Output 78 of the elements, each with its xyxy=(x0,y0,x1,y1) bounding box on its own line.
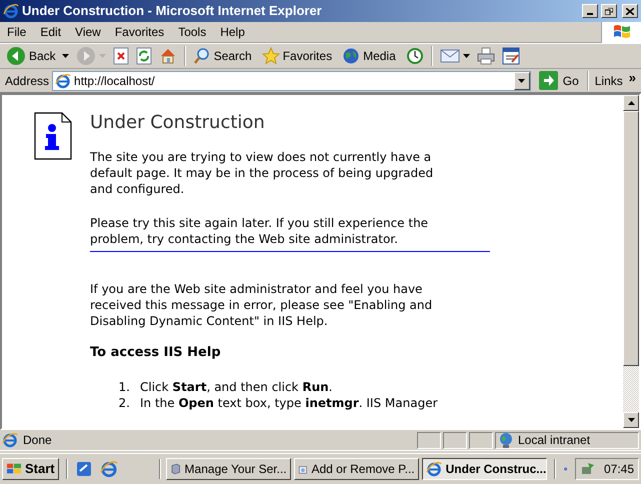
scroll-up-button[interactable] xyxy=(623,95,639,111)
media-button[interactable]: Media xyxy=(340,45,401,67)
menu-item[interactable]: View xyxy=(68,23,108,41)
clock: 07:45 xyxy=(604,461,634,478)
menu-item[interactable]: Tools xyxy=(171,23,214,41)
quick-launch-icon[interactable] xyxy=(74,460,93,478)
address-label: Address xyxy=(5,72,50,90)
dropdown-caret-icon xyxy=(62,54,69,58)
dropdown-caret-icon xyxy=(518,78,526,82)
info-document-icon xyxy=(34,112,72,160)
close-icon xyxy=(626,8,634,14)
stop-button[interactable] xyxy=(110,45,131,67)
history-icon xyxy=(406,47,424,65)
paragraph: Please try this site again later. If you still experience the problem, try contacting the Web site administrator. xyxy=(90,215,430,247)
step-number: 2. xyxy=(118,395,131,411)
links-button[interactable]: Links xyxy=(592,72,626,90)
network-globe-icon xyxy=(498,432,514,448)
taskbar-button[interactable]: Add or Remove P... xyxy=(294,458,419,480)
step-number: 1. xyxy=(118,379,131,395)
document-edit-icon xyxy=(502,47,520,65)
menu-item[interactable]: Favorites xyxy=(108,23,172,41)
go-button[interactable]: Go xyxy=(534,70,584,92)
paragraph: If you are the Web site administrator and feel you have received this message in error, please see "Enabling and Disabling Dynamic Content" in IIS Help. xyxy=(90,281,434,329)
search-icon xyxy=(192,47,211,65)
scroll-thumb[interactable] xyxy=(623,111,639,366)
browser-icon xyxy=(100,460,118,478)
server-icon xyxy=(170,461,181,477)
down-arrow-icon xyxy=(628,418,634,422)
minimize-button[interactable] xyxy=(582,4,598,18)
stop-icon xyxy=(112,47,129,65)
refresh-icon xyxy=(136,47,152,65)
menu-item[interactable]: Help xyxy=(213,23,252,41)
search-button[interactable]: Search xyxy=(190,45,257,67)
start-button[interactable]: Start xyxy=(2,458,59,480)
page-heading: Under Construction xyxy=(90,112,266,134)
restore-icon xyxy=(605,8,613,14)
step-text: In the Open text box, type inetmgr. IIS Manager xyxy=(140,395,438,411)
window-title: Under Construction - Microsoft Internet Explorer xyxy=(22,2,322,20)
step-text: Click Start, and then click Run. xyxy=(140,379,332,395)
chevron-more[interactable]: » xyxy=(628,68,636,88)
browser-icon xyxy=(3,3,19,19)
envelope-icon xyxy=(440,48,460,64)
section-heading: To access IIS Help xyxy=(90,345,222,361)
address-field[interactable]: http://localhost/ xyxy=(52,70,531,90)
dropdown-button[interactable] xyxy=(514,72,530,90)
close-button[interactable] xyxy=(622,4,638,18)
taskbar-button[interactable]: Under Construc... xyxy=(422,458,547,480)
status-pane xyxy=(469,432,493,448)
flag-logo-icon xyxy=(6,462,22,476)
print-button[interactable] xyxy=(474,45,497,67)
back-button[interactable]: Back xyxy=(4,45,71,67)
dropdown-caret-icon xyxy=(462,54,470,58)
scroll-down-button[interactable] xyxy=(623,412,639,428)
status-text: Done xyxy=(22,432,53,449)
taskbar-button[interactable]: Manage Your Ser... xyxy=(166,458,291,480)
status-pane xyxy=(443,432,467,448)
vertical-scrollbar[interactable] xyxy=(623,95,639,428)
edit-button[interactable] xyxy=(500,45,522,67)
restore-button[interactable] xyxy=(601,4,617,18)
paragraph: The site you are trying to view does not currently have a default page. It may be in the process of being upgraded and configured. xyxy=(90,149,434,197)
printer-icon xyxy=(476,47,495,65)
favorites-button[interactable]: Favorites xyxy=(260,45,338,67)
flag-logo-icon xyxy=(612,24,630,40)
dropdown-caret-icon xyxy=(98,54,106,58)
up-arrow-icon xyxy=(628,101,634,105)
home-icon xyxy=(158,47,177,65)
page-icon xyxy=(55,72,72,88)
star-icon xyxy=(262,47,280,65)
refresh-button[interactable] xyxy=(134,45,154,67)
desktop-shortcut-icon xyxy=(74,460,93,478)
menu-item[interactable]: File xyxy=(0,23,34,41)
page-icon xyxy=(2,432,18,448)
menu-item[interactable]: Edit xyxy=(33,23,68,41)
status-pane xyxy=(417,432,441,448)
globe-icon xyxy=(342,47,360,65)
security-zone: Local intranet xyxy=(518,432,590,449)
quick-launch-icon[interactable] xyxy=(100,460,118,478)
browser-icon xyxy=(426,461,442,477)
